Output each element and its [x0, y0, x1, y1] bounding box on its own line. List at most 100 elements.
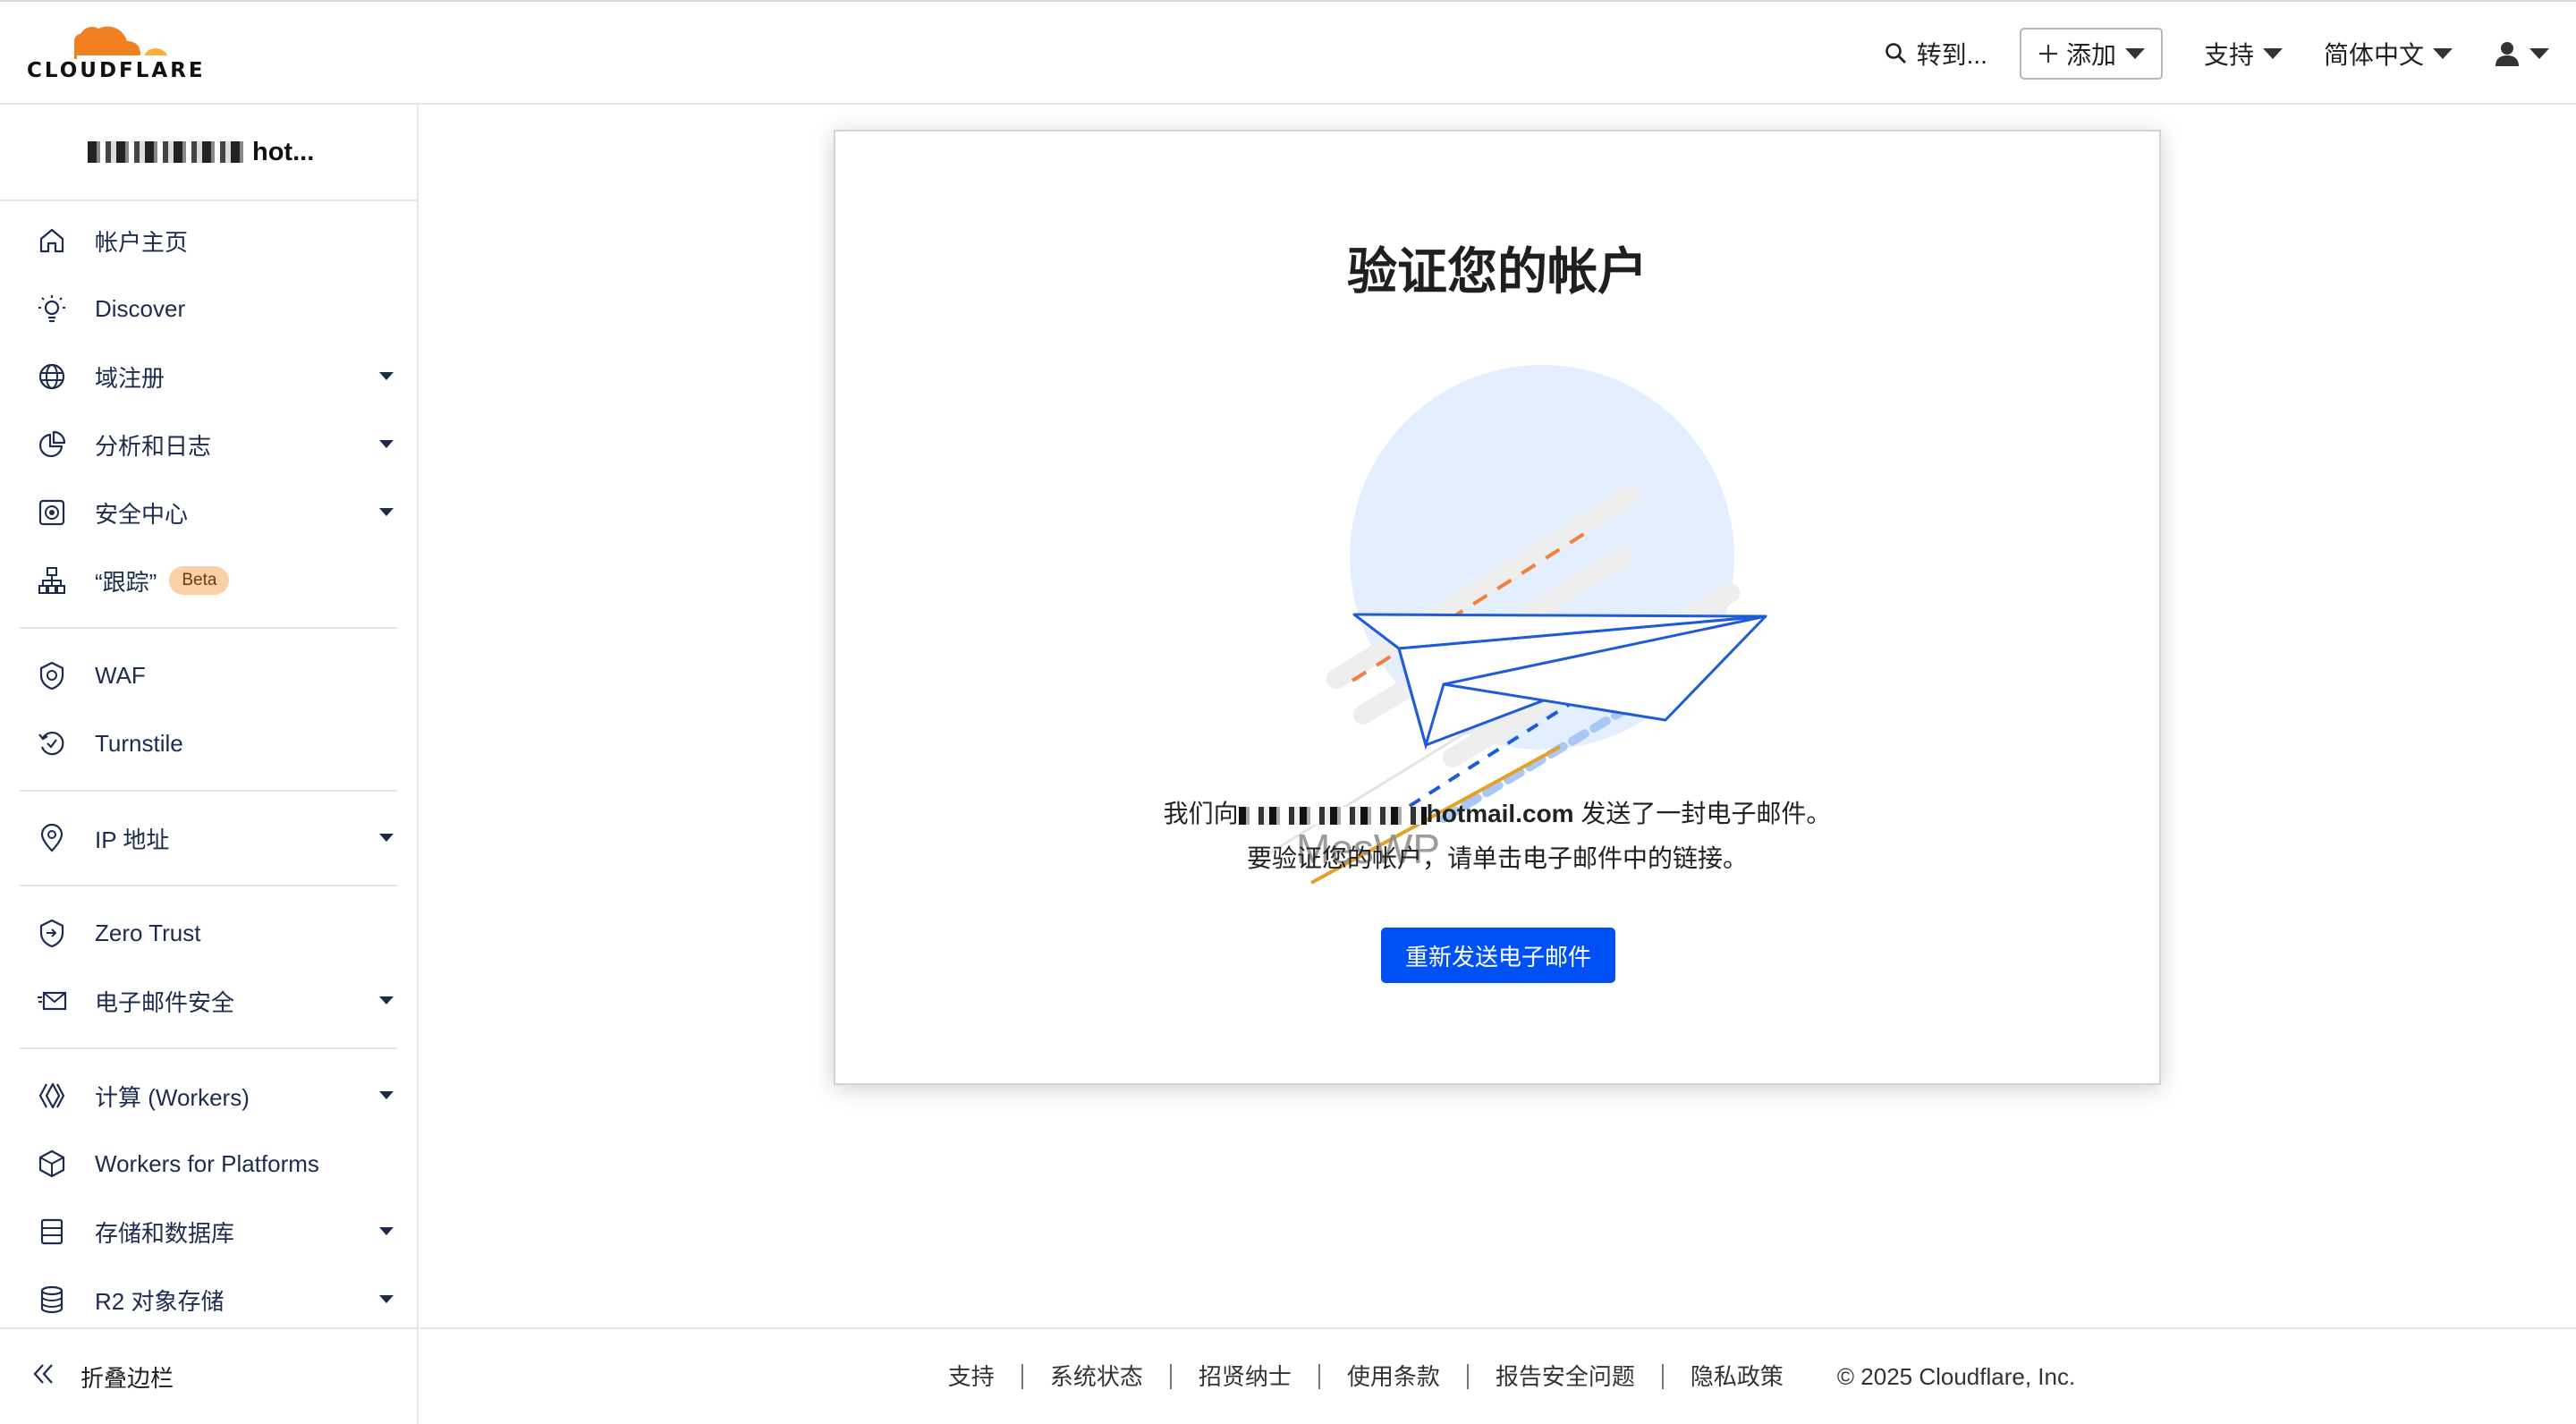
sidebar-divider	[20, 1047, 397, 1049]
sidebar-item-email-security[interactable]: 电子邮件安全	[0, 967, 417, 1035]
footer-link-report-security[interactable]: 报告安全问题	[1469, 1364, 1664, 1389]
sidebar-item-label: 电子邮件安全	[95, 988, 235, 1016]
chevron-down-icon	[379, 1091, 394, 1099]
sidebar-item-workers-for-platforms[interactable]: Workers for Platforms	[0, 1130, 417, 1198]
sidebar-item-label: 帐户主页	[95, 228, 189, 256]
zero-trust-icon	[36, 917, 68, 949]
add-button[interactable]: 添加	[2019, 28, 2163, 80]
account-switcher[interactable]: hot...	[0, 105, 417, 201]
sidebar-item-turnstile[interactable]: Turnstile	[0, 709, 417, 777]
globe-icon	[36, 360, 68, 393]
sidebar-item-workers[interactable]: 计算 (Workers)	[0, 1062, 417, 1130]
sidebar-divider	[20, 627, 397, 629]
sidebar: hot... 帐户主页 Discover 域注册 分析和日志 安全中心 “跟踪”…	[0, 105, 419, 1424]
sidebar-item-security-center[interactable]: 安全中心	[0, 479, 417, 547]
support-label: 支持	[2203, 41, 2254, 69]
footer-link-terms[interactable]: 使用条款	[1320, 1364, 1469, 1389]
footer: 支持 系统状态 招贤纳士 使用条款 报告安全问题 隐私政策 © 2025 Clo…	[420, 1327, 2576, 1424]
sidebar-item-label: 域注册	[95, 364, 165, 392]
sidebar-item-label: Zero Trust	[95, 919, 201, 946]
sidebar-item-domain-registration[interactable]: 域注册	[0, 343, 417, 411]
sidebar-item-label: 计算 (Workers)	[95, 1083, 250, 1111]
redacted-email	[1238, 806, 1427, 825]
chevron-down-icon	[379, 1227, 394, 1235]
sidebar-item-account-home[interactable]: 帐户主页	[0, 207, 417, 275]
waf-shield-icon	[36, 659, 68, 691]
add-label: 添加	[2065, 41, 2116, 69]
chevron-down-icon	[379, 1295, 394, 1303]
redacted-text	[88, 141, 249, 163]
sidebar-item-discover[interactable]: Discover	[0, 275, 417, 343]
footer-link-careers[interactable]: 招贤纳士	[1172, 1364, 1320, 1389]
language-label: 简体中文	[2323, 41, 2424, 69]
sidebar-item-label: 安全中心	[95, 500, 189, 528]
verify-account-card: 验证您的帐户 MesWP 我们向 hotmail.com 发送了一封电子邮件。 要…	[834, 130, 2161, 1085]
logo-wordmark: CLOUDFLARE	[27, 59, 206, 82]
sidebar-item-zero-trust[interactable]: Zero Trust	[0, 899, 417, 967]
chevron-down-icon	[2529, 48, 2549, 59]
plus-icon	[2038, 45, 2057, 63]
sidebar-item-label: 分析和日志	[95, 432, 212, 460]
storage-icon	[36, 1216, 68, 1248]
sitemap-icon	[36, 564, 68, 597]
user-icon	[2496, 42, 2519, 66]
message-line-2: 要验证您的帐户，请单击电子邮件中的链接。	[1246, 844, 1748, 872]
sidebar-divider	[20, 885, 397, 886]
collapse-sidebar-button[interactable]: 折叠边栏	[0, 1327, 417, 1424]
email-suffix: hotmail.com	[1426, 800, 1574, 827]
language-menu[interactable]: 简体中文	[2324, 36, 2453, 72]
chevron-down-icon	[379, 508, 394, 516]
chevron-down-icon	[2124, 48, 2145, 59]
message-prefix: 我们向	[1163, 800, 1239, 827]
location-pin-icon	[36, 822, 68, 854]
pie-chart-icon	[36, 428, 68, 461]
turnstile-icon	[36, 727, 68, 759]
sidebar-item-label: 存储和数据库	[95, 1219, 235, 1247]
account-name-label: hot...	[252, 137, 315, 166]
double-chevron-left-icon	[32, 1362, 55, 1392]
sidebar-item-label: Turnstile	[95, 729, 183, 757]
sidebar-item-storage-databases[interactable]: 存储和数据库	[0, 1198, 417, 1266]
message-line-1: 我们向 hotmail.com 发送了一封电子邮件。	[835, 792, 2159, 836]
chevron-down-icon	[379, 996, 394, 1004]
sidebar-item-label: “跟踪”	[95, 568, 157, 596]
top-bar: CLOUDFLARE 转到... 添加 支持 简体中文	[0, 0, 2576, 105]
sidebar-item-label: Workers for Platforms	[95, 1149, 319, 1177]
sidebar-item-r2-storage[interactable]: R2 对象存储	[0, 1266, 417, 1334]
email-security-icon	[36, 985, 68, 1017]
verification-message: 我们向 hotmail.com 发送了一封电子邮件。 要验证您的帐户，请单击电子邮…	[835, 792, 2159, 881]
user-menu[interactable]	[2494, 40, 2549, 67]
chevron-down-icon	[2262, 48, 2283, 59]
chevron-down-icon	[379, 372, 394, 380]
cloud-logo-icon	[74, 26, 168, 59]
sidebar-item-analytics-logs[interactable]: 分析和日志	[0, 411, 417, 479]
footer-link-privacy[interactable]: 隐私政策	[1664, 1364, 1810, 1389]
message-after-email: 发送了一封电子邮件。	[1573, 800, 1832, 827]
footer-link-system-status[interactable]: 系统状态	[1023, 1364, 1172, 1389]
workers-icon	[36, 1080, 68, 1112]
sidebar-item-label: Discover	[95, 294, 186, 322]
sidebar-item-ip-address[interactable]: IP 地址	[0, 804, 417, 872]
sidebar-item-label: R2 对象存储	[95, 1287, 225, 1315]
sidebar-item-waf[interactable]: WAF	[0, 641, 417, 709]
page-title: 验证您的帐户	[1347, 243, 1648, 300]
database-icon	[36, 1284, 68, 1316]
sidebar-nav: 帐户主页 Discover 域注册 分析和日志 安全中心 “跟踪” Beta W…	[0, 201, 417, 1334]
sidebar-item-trace[interactable]: “跟踪” Beta	[0, 547, 417, 615]
goto-search[interactable]: 转到...	[1885, 36, 1987, 72]
sidebar-item-label: IP 地址	[95, 826, 170, 853]
chevron-down-icon	[379, 440, 394, 448]
support-menu[interactable]: 支持	[2204, 36, 2283, 72]
cube-icon	[36, 1148, 68, 1180]
chevron-down-icon	[379, 834, 394, 842]
home-icon	[36, 225, 68, 257]
beta-badge: Beta	[169, 566, 230, 595]
resend-email-button[interactable]: 重新发送电子邮件	[1381, 928, 1615, 983]
security-center-icon	[36, 496, 68, 529]
sidebar-divider	[20, 790, 397, 792]
lightbulb-icon	[36, 292, 68, 325]
copyright: © 2025 Cloudflare, Inc.	[1836, 1362, 2076, 1390]
footer-link-support[interactable]: 支持	[921, 1364, 1023, 1389]
sidebar-item-label: WAF	[95, 661, 146, 689]
goto-label: 转到...	[1916, 41, 1987, 69]
